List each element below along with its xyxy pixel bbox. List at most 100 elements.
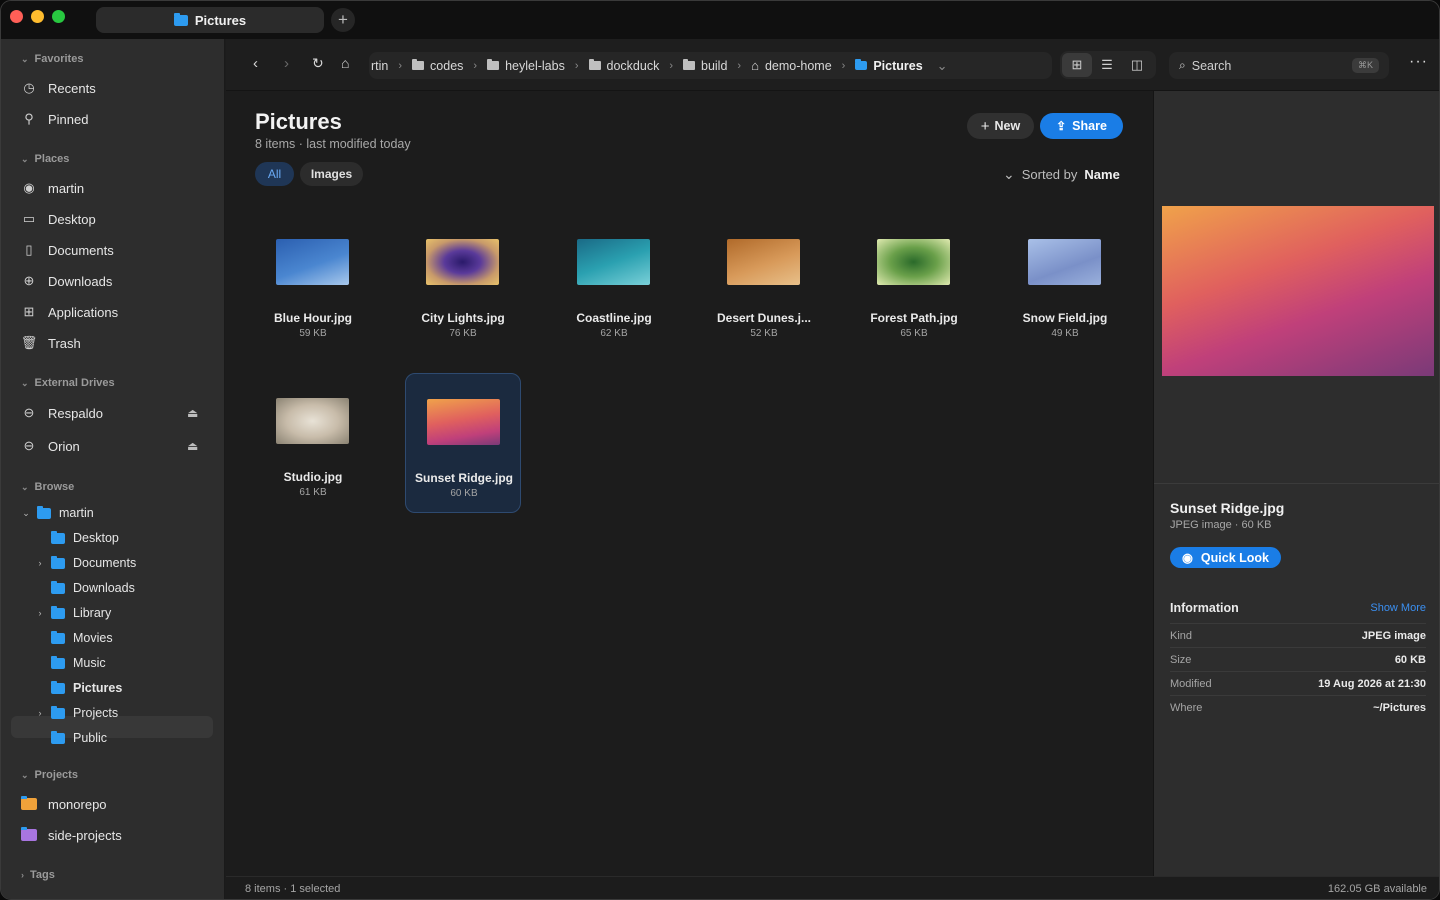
sidebar-item-side-projects[interactable]: side-projects [21, 823, 122, 847]
quick-look-button[interactable]: ◉ Quick Look [1170, 547, 1281, 568]
breadcrumb-item[interactable]: codes [412, 59, 463, 73]
sidebar-item-downloads[interactable]: ⊕ Downloads [21, 269, 113, 293]
breadcrumb-item[interactable]: build [683, 59, 727, 73]
eject-icon[interactable]: ⏏ [187, 439, 198, 453]
chevron-right-icon[interactable]: › [34, 558, 46, 568]
tree-item-documents[interactable]: › Documents [34, 552, 136, 574]
search-field[interactable]: ⌕ Search ⌘K [1169, 52, 1389, 79]
section-browse[interactable]: ⌄ Browse [21, 481, 74, 493]
folder-icon [51, 705, 65, 719]
chevron-down-icon: ⌄ [21, 481, 29, 492]
tree-item-label: Documents [73, 556, 137, 570]
sidebar-item-respaldo[interactable]: ⊖ Respaldo [21, 401, 103, 425]
home-icon[interactable]: ⌂ [341, 55, 349, 71]
tree-item-movies[interactable]: Movies [34, 627, 113, 649]
section-favorites[interactable]: ⌄ Favorites [21, 53, 83, 65]
sidebar-item-orion[interactable]: ⊖ Orion [21, 434, 80, 458]
filter-all[interactable]: All [255, 162, 294, 186]
new-button[interactable]: + New [967, 113, 1034, 139]
info-key: Modified [1170, 677, 1212, 690]
tree-item-public[interactable]: Public [34, 727, 107, 749]
file-tile[interactable]: Blue Hour.jpg 59 KB [255, 214, 371, 354]
file-tile[interactable]: Sunset Ridge.jpg 60 KB [405, 373, 521, 513]
tree-item-martin[interactable]: ⌄ martin [20, 502, 94, 524]
tree-item-desktop[interactable]: Desktop [34, 527, 119, 549]
new-tab-button[interactable]: + [331, 8, 355, 32]
info-key: Kind [1170, 629, 1193, 642]
tree-item-downloads[interactable]: Downloads [34, 577, 135, 599]
eye-icon: ◉ [1182, 551, 1193, 565]
sidebar-item-label: Documents [48, 242, 114, 258]
section-places[interactable]: ⌄ Places [21, 153, 69, 165]
breadcrumb-item[interactable]: ⌂ demo-home [751, 58, 832, 73]
close-button[interactable] [10, 10, 23, 23]
page-title: Pictures [255, 109, 342, 134]
minimize-button[interactable] [31, 10, 44, 23]
quick-look-label: Quick Look [1200, 550, 1269, 565]
tree-item-label: Projects [73, 706, 119, 720]
chevron-right-icon[interactable]: › [34, 608, 46, 618]
preview-kind: JPEG image · 60 KB [1170, 519, 1272, 531]
section-external-drives[interactable]: ⌄ External Drives [21, 377, 115, 389]
breadcrumb-label: build [701, 58, 728, 73]
drive-icon: ⊖ [23, 405, 35, 420]
information-title: Information [1170, 601, 1239, 615]
tab-pictures[interactable]: Pictures [96, 7, 324, 33]
divider [1154, 483, 1439, 484]
tree-item-library[interactable]: › Library [34, 602, 111, 624]
file-tile[interactable]: Snow Field.jpg 49 KB [1007, 214, 1123, 354]
more-options-icon[interactable]: ··· [1409, 53, 1428, 71]
file-tile[interactable]: Coastline.jpg 62 KB [556, 214, 672, 354]
back-icon[interactable]: ‹ [253, 55, 258, 72]
breadcrumb-item[interactable]: heylel-labs [487, 59, 565, 73]
sort-control[interactable]: ⌄ Sorted by Name [1003, 166, 1120, 183]
grid-view-icon[interactable]: ⊞ [1062, 53, 1092, 77]
file-tile[interactable]: Desert Dunes.j... 52 KB [706, 214, 822, 354]
sidebar-item-pinned[interactable]: ⚲ Pinned [21, 107, 88, 131]
refresh-icon[interactable]: ↻ [312, 55, 324, 72]
breadcrumb-item[interactable]: rtin [371, 59, 388, 73]
folder-icon [588, 59, 601, 70]
breadcrumb-item-current[interactable]: Pictures [855, 59, 923, 73]
sidebar-item-monorepo[interactable]: monorepo [21, 792, 107, 816]
file-tile[interactable]: City Lights.jpg 76 KB [405, 214, 521, 354]
section-projects[interactable]: ⌄ Projects [21, 769, 78, 781]
folder-icon [51, 580, 65, 594]
search-input[interactable]: Search [1192, 59, 1232, 73]
folder-icon [51, 605, 65, 619]
chevron-right-icon: › [473, 59, 478, 72]
zoom-button[interactable] [52, 10, 65, 23]
show-more-link[interactable]: Show More [1370, 602, 1426, 614]
sidebar-item-applications[interactable]: ⊞ Applications [21, 300, 119, 324]
forward-icon[interactable]: › [284, 55, 289, 72]
search-icon: ⌕ [1179, 58, 1186, 72]
list-view-icon[interactable]: ☰ [1092, 53, 1122, 77]
sidebar-item-martin[interactable]: ◉ martin [21, 176, 84, 200]
share-button[interactable]: ⇪ Share [1040, 113, 1123, 139]
file-tile[interactable]: Studio.jpg 61 KB [255, 373, 371, 513]
file-size: 52 KB [750, 328, 778, 339]
tree-item-projects[interactable]: › Projects [34, 702, 118, 724]
folder-icon [683, 59, 695, 70]
filter-images[interactable]: Images [300, 162, 363, 186]
file-size: 65 KB [900, 328, 928, 339]
breadcrumb: rtin › codes › heylel-labs › dockduck › … [369, 52, 1052, 79]
trash-icon: 🗑︎ [20, 335, 38, 350]
chevron-down-icon[interactable]: ⌄ [937, 58, 948, 74]
eject-icon[interactable]: ⏏ [187, 406, 198, 420]
file-tile[interactable]: Forest Path.jpg 65 KB [856, 214, 972, 354]
chevron-right-icon[interactable]: › [34, 708, 46, 718]
columns-view-icon[interactable]: ◫ [1122, 53, 1152, 77]
file-name: Snow Field.jpg [1022, 311, 1108, 325]
sidebar-item-desktop[interactable]: ▭ Desktop [21, 207, 96, 231]
tree-item-music[interactable]: Music [34, 652, 106, 674]
sidebar-item-documents[interactable]: ▯ Documents [21, 238, 114, 262]
sidebar-item-trash[interactable]: 🗑︎ Trash [21, 331, 81, 355]
chevron-right-icon: › [669, 59, 673, 72]
sidebar-item-recents[interactable]: ◷ Recents [21, 76, 95, 100]
chevron-right-icon: › [841, 59, 846, 72]
file-size: 60 KB [450, 488, 478, 499]
breadcrumb-item[interactable]: dockduck [588, 59, 659, 73]
tree-item-pictures[interactable]: Pictures [34, 677, 122, 699]
section-tags[interactable]: › Tags [21, 869, 55, 881]
